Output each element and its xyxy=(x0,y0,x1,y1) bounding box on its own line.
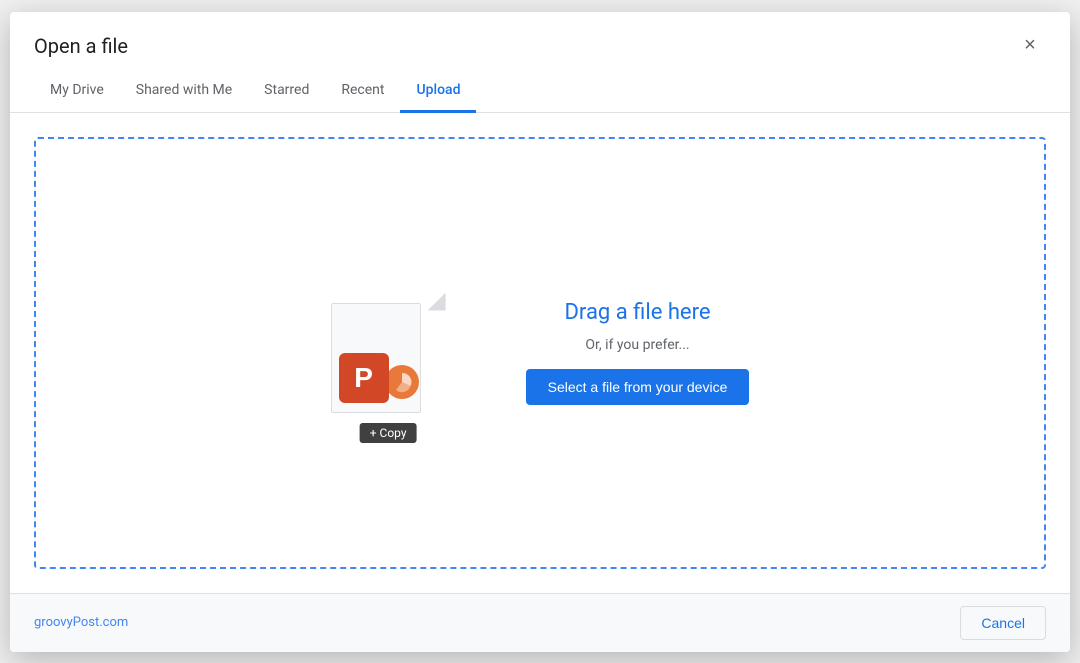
dialog-header: Open a file × xyxy=(10,12,1070,62)
file-corner-decoration xyxy=(428,293,446,311)
drop-zone[interactable]: P + Copy xyxy=(34,137,1046,569)
close-button[interactable]: × xyxy=(1014,30,1046,62)
ppt-chart-icon xyxy=(385,365,419,399)
tab-shared-with-me[interactable]: Shared with Me xyxy=(120,70,248,113)
dialog-title: Open a file xyxy=(34,34,128,58)
watermark: groovyPost.com xyxy=(34,615,960,630)
tab-starred[interactable]: Starred xyxy=(248,70,325,113)
drag-text: Drag a file here xyxy=(526,300,750,325)
file-icon: P xyxy=(331,293,446,413)
select-file-button[interactable]: Select a file from your device xyxy=(526,369,750,405)
tab-recent[interactable]: Recent xyxy=(325,70,400,113)
powerpoint-icon: P xyxy=(339,353,419,403)
or-text: Or, if you prefer... xyxy=(526,337,750,353)
tab-upload[interactable]: Upload xyxy=(400,70,476,113)
tabs-bar: My Drive Shared with Me Starred Recent U… xyxy=(10,70,1070,113)
dialog-footer: groovyPost.com Cancel xyxy=(10,593,1070,652)
ppt-p-letter: P xyxy=(339,353,389,403)
tab-my-drive[interactable]: My Drive xyxy=(34,70,120,113)
dialog-body: P + Copy xyxy=(10,113,1070,593)
copy-tooltip: + Copy xyxy=(360,423,417,443)
drop-text-area: Drag a file here Or, if you prefer... Se… xyxy=(526,300,750,405)
chart-svg xyxy=(391,371,413,393)
open-file-dialog: Open a file × My Drive Shared with Me St… xyxy=(10,12,1070,652)
file-icon-wrapper: P + Copy xyxy=(331,293,446,413)
drop-zone-inner: P + Copy xyxy=(331,293,750,413)
cancel-button[interactable]: Cancel xyxy=(960,606,1046,640)
watermark-text: groovyPost.com xyxy=(34,615,128,630)
